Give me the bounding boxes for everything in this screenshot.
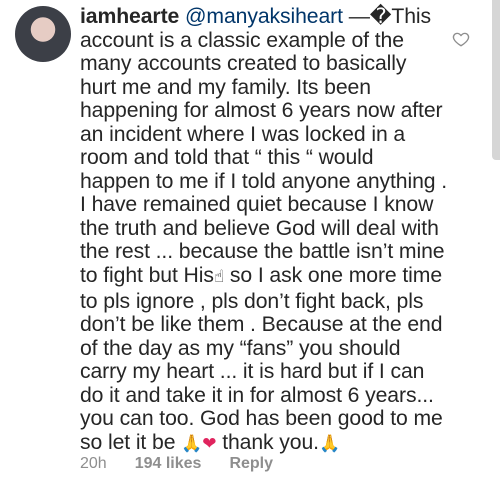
comment-username[interactable]: iamhearte: [80, 5, 179, 28]
red-heart-emoji-icon: ❤: [202, 433, 217, 454]
heart-outline-icon[interactable]: [452, 30, 470, 48]
comment-meta: 20h 194 likes Reply: [80, 455, 273, 473]
comment-text-part-3: thank you.: [216, 430, 319, 454]
avatar[interactable]: [15, 6, 71, 62]
praying-hands-emoji-icon: 🙏: [318, 433, 341, 454]
comment-body: iamhearte @manyaksiheart —�This account …: [80, 5, 448, 456]
comment-text-part-2: so I ask one more time to pls ignore , p…: [80, 264, 443, 454]
point-up-emoji-icon: ☝: [213, 267, 225, 288]
comment-mention[interactable]: @manyaksiheart: [185, 5, 343, 28]
likes-count[interactable]: 194 likes: [135, 455, 202, 473]
praying-hands-emoji-icon: 🙏: [181, 433, 203, 454]
scrollbar[interactable]: [492, 0, 500, 160]
comment-text-part-1: —�This account is a classic example of t…: [80, 5, 448, 288]
comment-timestamp: 20h: [80, 455, 107, 472]
reply-button[interactable]: Reply: [229, 455, 273, 473]
